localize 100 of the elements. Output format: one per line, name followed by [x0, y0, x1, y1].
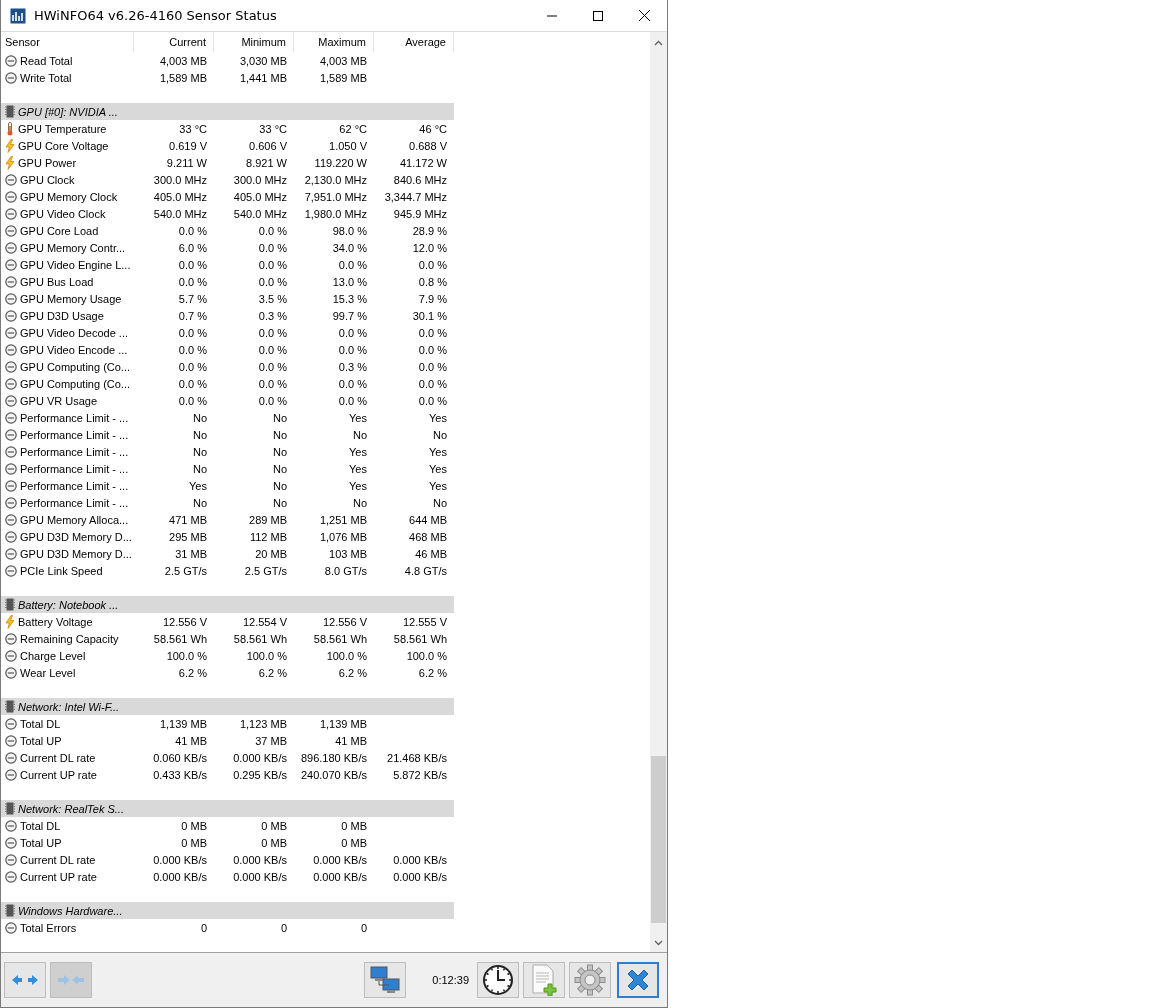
table-cell-text: 0 MB	[180, 835, 208, 851]
sensor-name: GPU Memory Usage	[20, 292, 122, 305]
sensor-name: GPU Computing (Co...	[20, 360, 131, 373]
column-header[interactable]: Minimum	[214, 32, 294, 52]
lightning-bolt-icon	[5, 155, 15, 170]
table-cell-text: 0.0 %	[257, 274, 288, 290]
chip-icon	[5, 105, 15, 118]
gauge-icon	[5, 428, 17, 441]
table-cell-text: 0.3 %	[337, 359, 368, 375]
table-cell-text: 840.6 MHz	[392, 172, 448, 188]
gauge-icon	[5, 649, 17, 662]
sensor-name: GPU D3D Memory D...	[20, 530, 132, 543]
sensor-name: GPU Temperature	[18, 122, 107, 135]
table-cell-text: 0.0 %	[257, 240, 288, 256]
table-cell-text: 405.0 MHz	[152, 189, 208, 205]
table-cell-text: 0.8 %	[417, 274, 448, 290]
column-header[interactable]: Sensor	[1, 32, 134, 52]
clock-icon	[482, 964, 514, 996]
group-header[interactable]: Windows Hardware...	[1, 902, 454, 919]
table-cell-text: 0.0 %	[337, 393, 368, 409]
table-cell-text: Yes	[348, 410, 368, 426]
table-cell-text: 0.0 %	[257, 342, 288, 358]
sensor-name: GPU Video Engine L...	[20, 258, 131, 271]
table-cell-text: 31 MB	[174, 546, 208, 562]
table-cell-text: No	[271, 410, 288, 426]
chip-icon	[5, 598, 15, 611]
expand-button[interactable]	[4, 962, 46, 998]
settings-button[interactable]	[569, 962, 611, 998]
table-cell-text: Yes	[348, 478, 368, 494]
window-title: HWiNFO64 v6.26-4160 Sensor Status	[34, 8, 278, 23]
table-cell-text: 0.0 %	[417, 376, 448, 392]
table-cell-text: 0.000 KB/s	[312, 869, 368, 885]
table-cell-text: 2.5 GT/s	[163, 563, 208, 579]
table-cell-text: 5.7 %	[177, 291, 208, 307]
table-cell-text: No	[191, 427, 208, 443]
sensor-name: GPU Memory Alloca...	[20, 513, 129, 526]
table-cell-text: 41 MB	[174, 733, 208, 749]
add-document-icon	[530, 964, 558, 996]
settings-icon	[574, 964, 606, 996]
group-name: Network: RealTek S...	[18, 802, 124, 815]
computers-icon	[369, 965, 402, 995]
clock-button[interactable]	[477, 962, 519, 998]
group-header[interactable]: Network: Intel Wi-F...	[1, 698, 454, 715]
gauge-icon	[5, 343, 17, 356]
group-header[interactable]: Network: RealTek S...	[1, 800, 454, 817]
table-cell-text: 1,139 MB	[318, 716, 368, 732]
table-cell-text: 0.0 %	[257, 359, 288, 375]
table-cell-text: 0.0 %	[177, 223, 208, 239]
table-cell-text: 100.0 %	[165, 648, 208, 664]
table-cell-text: 112 MB	[248, 529, 288, 545]
scroll-thumb[interactable]	[651, 756, 666, 923]
table-cell-text: 471 MB	[168, 512, 208, 528]
scrollbar[interactable]	[650, 32, 667, 952]
gauge-icon	[5, 377, 17, 390]
table-cell-text: 0.0 %	[177, 359, 208, 375]
sensor-name: Current DL rate	[20, 853, 96, 866]
column-header[interactable]: Current	[134, 32, 214, 52]
table-cell-text: 58.561 Wh	[152, 631, 208, 647]
table-cell-text: 3.5 %	[257, 291, 288, 307]
table-cell-text: 0.0 %	[417, 325, 448, 341]
sensor-name: Performance Limit - ...	[20, 462, 129, 475]
table-cell-text: Yes	[428, 410, 448, 426]
table-cell-text: 3,030 MB	[238, 53, 288, 69]
gauge-icon	[5, 751, 17, 764]
table-cell-text: No	[271, 461, 288, 477]
network-button[interactable]	[364, 962, 407, 998]
chip-icon	[5, 904, 15, 917]
gauge-icon	[5, 190, 17, 203]
column-header[interactable]: Average	[374, 32, 454, 52]
table-cell-text: 6.2 %	[257, 665, 288, 681]
gauge-icon	[5, 292, 17, 305]
table-cell-text: 0.0 %	[177, 325, 208, 341]
table-cell-text: Yes	[428, 461, 448, 477]
gauge-icon	[5, 411, 17, 424]
chip-icon	[5, 700, 15, 713]
table-cell-text: 0	[359, 920, 368, 936]
group-header[interactable]: Battery: Notebook ...	[1, 596, 454, 613]
table-cell-text: 0.3 %	[257, 308, 288, 324]
thermometer-icon	[5, 121, 15, 136]
group-header[interactable]: GPU [#0]: NVIDIA ...	[1, 103, 454, 120]
table-cell-text: 46 °C	[418, 121, 448, 137]
gauge-icon	[5, 496, 17, 509]
gauge-icon	[5, 547, 17, 560]
gauge-icon	[5, 836, 17, 849]
column-header[interactable]: Maximum	[294, 32, 374, 52]
scroll-up-icon[interactable]	[654, 40, 663, 46]
close-button[interactable]	[617, 962, 659, 998]
scroll-down-icon[interactable]	[654, 940, 663, 946]
table-cell-text: 6.2 %	[337, 665, 368, 681]
table-cell-text: 37 MB	[254, 733, 288, 749]
inward-arrows-icon	[57, 972, 85, 988]
gauge-icon	[5, 513, 17, 526]
table-cell-text: 0.295 KB/s	[232, 767, 288, 783]
table-cell-text: 6.2 %	[177, 665, 208, 681]
table-cell-text: 300.0 MHz	[232, 172, 288, 188]
table-cell-text: 2.5 GT/s	[243, 563, 288, 579]
table-cell-text: 3,344.7 MHz	[383, 189, 448, 205]
table-cell-text: 644 MB	[408, 512, 448, 528]
gauge-icon	[5, 734, 17, 747]
table-cell-text: No	[431, 495, 448, 511]
